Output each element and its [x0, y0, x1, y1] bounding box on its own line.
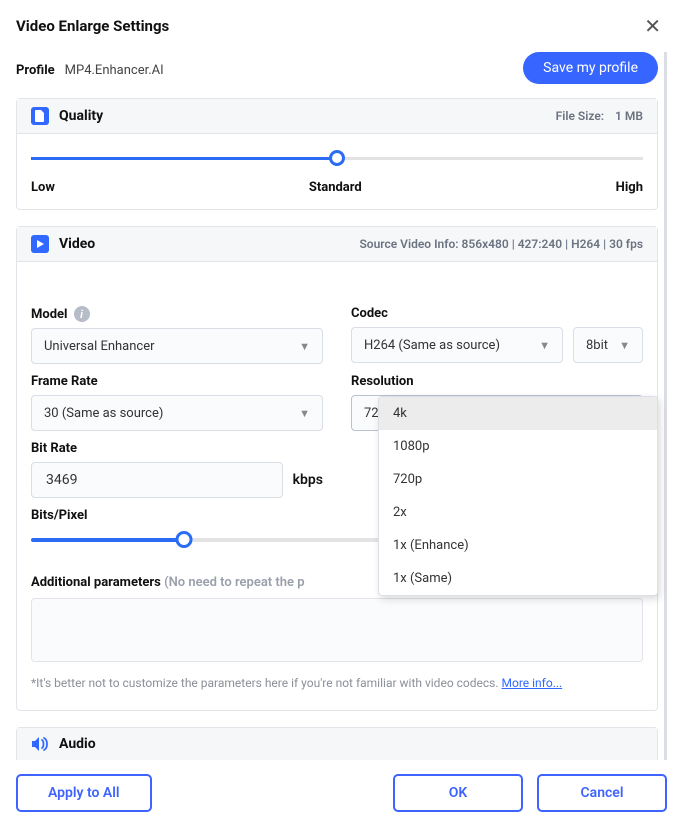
bit-rate-input-wrap: [31, 462, 283, 498]
bit-rate-unit: kbps: [293, 472, 323, 488]
quality-labels: Low Standard High: [17, 180, 657, 209]
model-select-value: Universal Enhancer: [44, 339, 155, 354]
bitdepth-select-value: 8bit: [586, 338, 608, 353]
bit-rate-input[interactable]: [44, 471, 270, 489]
save-profile-button[interactable]: Save my profile: [523, 52, 658, 84]
additional-params-hint: (No need to repeat the p: [164, 575, 305, 590]
audio-section-title: Audio: [31, 736, 96, 752]
chevron-down-icon: ▼: [619, 339, 630, 352]
resolution-option[interactable]: 2x: [379, 496, 657, 529]
profile-row: Profile MP4.Enhancer.AI Save my profile: [16, 52, 658, 84]
quality-standard-label: Standard: [309, 180, 362, 195]
file-size-label: File Size:: [556, 109, 604, 123]
speaker-icon: [31, 736, 49, 752]
model-select[interactable]: Universal Enhancer ▼: [31, 328, 323, 364]
resolution-option[interactable]: 1x (Same): [379, 562, 657, 595]
codec-select-value: H264 (Same as source): [364, 338, 500, 353]
codec-note: *It's better not to customize the parame…: [31, 674, 643, 692]
codec-label: Codec: [351, 306, 643, 321]
chevron-down-icon: ▼: [299, 407, 310, 420]
quality-high-label: High: [616, 180, 643, 195]
model-label: Model i: [31, 306, 323, 322]
resolution-option[interactable]: 1080p: [379, 430, 657, 463]
bit-rate-label: Bit Rate: [31, 441, 323, 456]
dialog-footer: Apply to All OK Cancel: [16, 760, 667, 828]
chevron-down-icon: ▼: [539, 339, 550, 352]
dialog-title: Video Enlarge Settings: [16, 17, 169, 35]
bit-rate-field: Bit Rate kbps: [31, 441, 323, 498]
quality-side-info: File Size: 1 MB: [556, 109, 643, 123]
video-section-title: Video: [31, 235, 95, 253]
video-section-head: Video Source Video Info: 856x480 | 427:2…: [17, 227, 657, 262]
bits-pixel-fill: [31, 538, 184, 542]
chevron-down-icon: ▼: [299, 340, 310, 353]
bitdepth-select[interactable]: 8bit ▼: [573, 327, 643, 363]
profile-name: MP4.Enhancer.AI: [65, 63, 164, 78]
frame-rate-select-value: 30 (Same as source): [44, 406, 163, 421]
close-icon[interactable]: ✕: [638, 14, 667, 38]
frame-rate-select[interactable]: 30 (Same as source) ▼: [31, 395, 323, 431]
quality-title-text: Quality: [59, 108, 103, 124]
quality-low-label: Low: [31, 180, 55, 195]
quality-slider[interactable]: [31, 148, 643, 168]
play-icon: [31, 235, 49, 253]
resolution-option[interactable]: 4k: [379, 397, 657, 430]
cancel-button[interactable]: Cancel: [537, 774, 667, 812]
bits-pixel-thumb[interactable]: [176, 531, 193, 548]
document-icon: [31, 107, 49, 125]
quality-track-fill: [31, 157, 337, 160]
resolution-option[interactable]: 720p: [379, 463, 657, 496]
codec-select[interactable]: H264 (Same as source) ▼: [351, 327, 563, 363]
frame-rate-label: Frame Rate: [31, 374, 323, 389]
codec-note-text: *It's better not to customize the parame…: [31, 676, 502, 690]
file-size-value: 1 MB: [615, 109, 643, 123]
dialog-header: Video Enlarge Settings ✕: [16, 14, 667, 38]
audio-title-text: Audio: [59, 736, 96, 752]
more-info-link[interactable]: More info...: [502, 676, 563, 690]
ok-button[interactable]: OK: [393, 774, 523, 812]
additional-params-label: Additional parameters: [31, 575, 161, 590]
resolution-option[interactable]: 1x (Enhance): [379, 529, 657, 562]
audio-section: Audio Codec &Channel Sample Rate: [16, 727, 658, 760]
model-field: Model i Universal Enhancer ▼: [31, 306, 323, 364]
info-icon[interactable]: i: [74, 306, 90, 322]
quality-thumb[interactable]: [329, 150, 345, 166]
quality-section-head: Quality File Size: 1 MB: [17, 99, 657, 134]
frame-rate-field: Frame Rate 30 (Same as source) ▼: [31, 374, 323, 431]
resolution-label: Resolution: [351, 374, 643, 389]
quality-section-title: Quality: [31, 107, 103, 125]
codec-field: Codec H264 (Same as source) ▼ 8bit ▼: [351, 306, 643, 364]
audio-section-head: Audio: [17, 728, 657, 760]
additional-params-input[interactable]: [31, 598, 643, 662]
apply-to-all-button[interactable]: Apply to All: [16, 774, 152, 812]
quality-section: Quality File Size: 1 MB Low Standard Hig…: [16, 98, 658, 210]
resolution-dropdown[interactable]: 4k1080p720p2x1x (Enhance)1x (Same): [378, 396, 658, 596]
video-title-text: Video: [59, 236, 95, 252]
source-video-info: Source Video Info: 856x480 | 427:240 | H…: [359, 237, 643, 251]
profile-label: Profile: [16, 63, 55, 78]
